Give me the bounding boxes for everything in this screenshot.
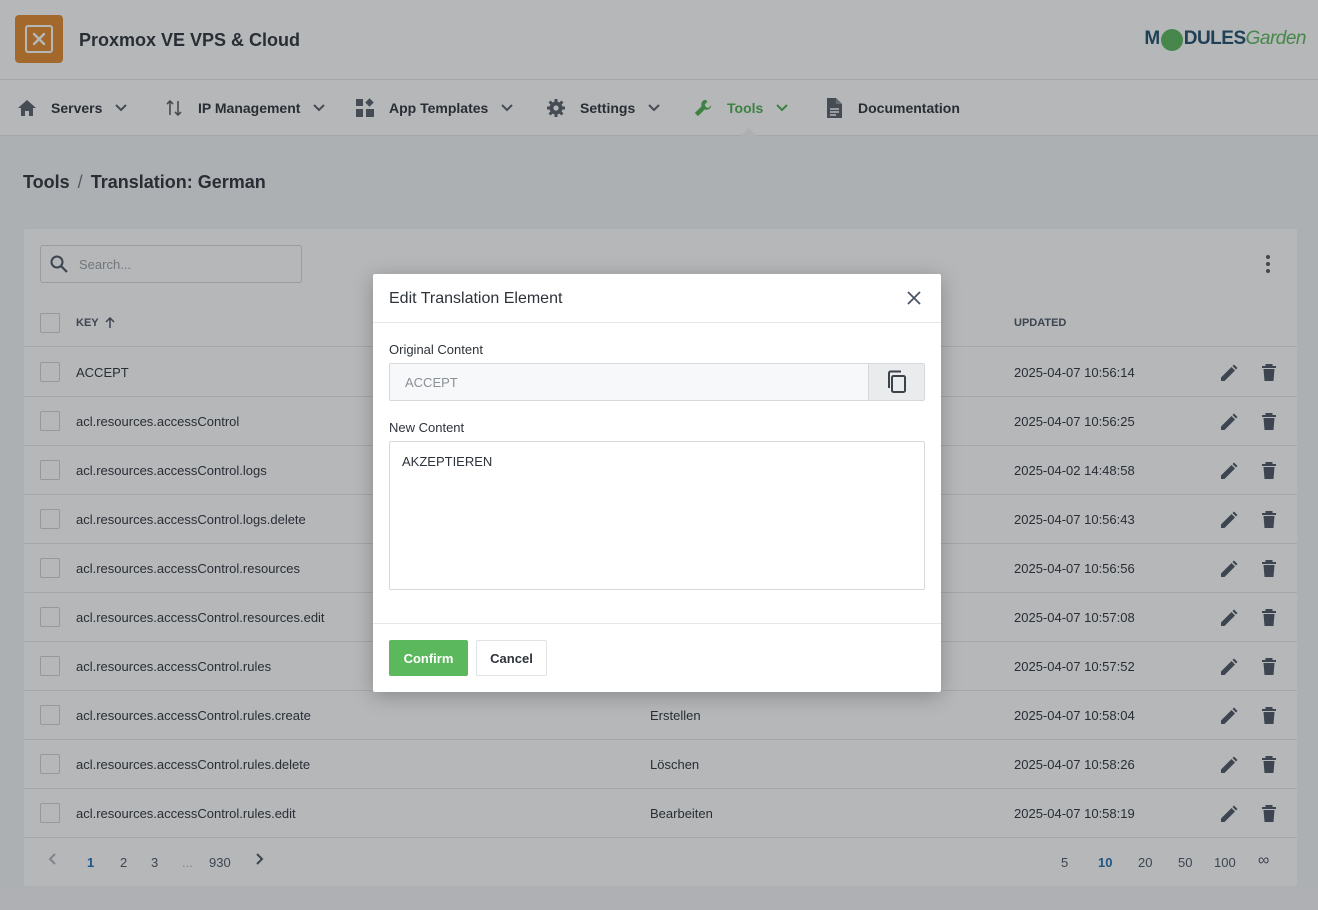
- cancel-button[interactable]: Cancel: [476, 640, 547, 676]
- new-content-textarea[interactable]: AKZEPTIEREN: [389, 441, 925, 590]
- original-content-field: [389, 363, 925, 401]
- modal-title: Edit Translation Element: [389, 290, 563, 307]
- copy-button[interactable]: [868, 364, 924, 400]
- edit-translation-modal: Edit Translation Element Original Conten…: [373, 274, 941, 692]
- new-content-label: New Content: [389, 420, 465, 435]
- close-icon[interactable]: [905, 289, 923, 307]
- copy-icon: [887, 370, 906, 393]
- original-content-input[interactable]: [390, 364, 868, 400]
- confirm-button[interactable]: Confirm: [389, 640, 468, 676]
- modal-header: Edit Translation Element: [373, 274, 941, 323]
- original-content-label: Original Content: [389, 342, 483, 357]
- modal-footer: Confirm Cancel: [373, 623, 941, 692]
